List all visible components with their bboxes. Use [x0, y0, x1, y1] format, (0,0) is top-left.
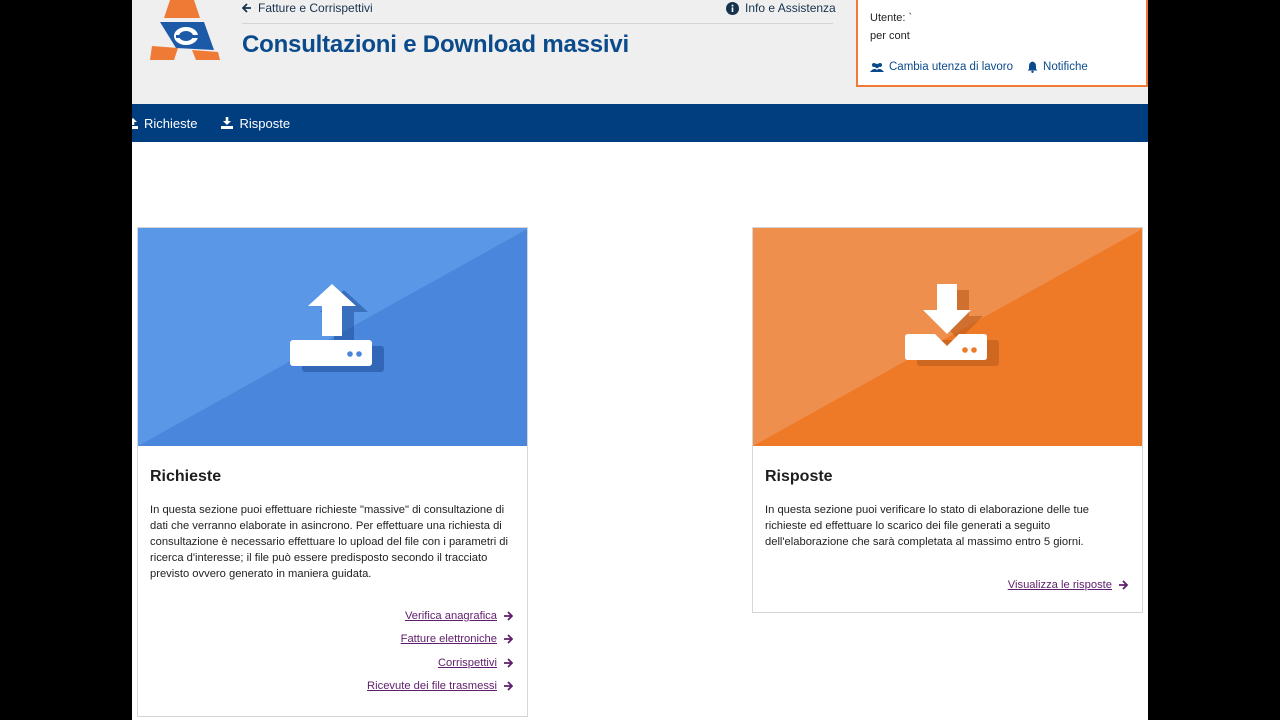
download-server-icon: [905, 284, 999, 366]
users-icon: [870, 62, 884, 72]
arrow-right-icon: [504, 611, 513, 621]
app-frame: Fatture e Corrispettivi Info e Assistenz…: [132, 0, 1148, 720]
card-links: Verifica anagrafica Fatture elettroniche…: [367, 608, 513, 694]
card-description: In questa sezione puoi verificare lo sta…: [765, 504, 1090, 548]
user-actions: Cambia utenza di lavoro Notifiche: [870, 61, 1088, 73]
main-nav: Richieste Risposte: [132, 104, 1148, 142]
page-title: Consultazioni e Download massivi: [242, 31, 629, 58]
card-risposte: Risposte In questa sezione puoi verifica…: [752, 227, 1143, 613]
nav-item-label: Risposte: [239, 115, 291, 131]
back-link-label: Fatture e Corrispettivi: [258, 1, 373, 15]
upload-server-icon: [290, 284, 384, 372]
card-links: Visualizza le risposte: [1008, 577, 1128, 593]
back-link[interactable]: Fatture e Corrispettivi: [242, 1, 373, 15]
upload-icon: [132, 117, 138, 129]
link-label: Fatture elettroniche: [400, 633, 497, 646]
user-org: per cont: [870, 30, 910, 42]
nav-item-risposte[interactable]: Risposte: [221, 116, 290, 131]
arrow-right-icon: [504, 658, 513, 668]
verifica-anagrafica-link[interactable]: Verifica anagrafica: [405, 608, 513, 624]
arrow-right-icon: [1119, 580, 1128, 590]
info-icon: [726, 1, 739, 15]
card-banner: [753, 228, 1142, 446]
link-label: Verifica anagrafica: [404, 609, 497, 622]
card-richieste: Richieste In questa sezione puoi effettu…: [137, 227, 528, 717]
card-title: Risposte: [765, 468, 833, 485]
nav-item-label: Richieste: [144, 115, 198, 131]
link-label: Visualizza le risposte: [1007, 578, 1112, 591]
bell-icon: [1027, 61, 1038, 73]
notifications-label: Notifiche: [1043, 61, 1088, 73]
arrow-right-icon: [504, 681, 513, 691]
agenzia-entrate-logo[interactable]: [148, 0, 222, 64]
fatture-elettroniche-link[interactable]: Fatture elettroniche: [401, 632, 513, 648]
download-icon: [221, 117, 234, 129]
visualizza-risposte-link[interactable]: Visualizza le risposte: [1008, 577, 1128, 593]
arrow-left-icon: [242, 3, 251, 13]
link-label: Corrispettivi: [437, 656, 497, 669]
header-divider: [242, 23, 833, 24]
link-label: Ricevute dei file trasmessi: [367, 680, 497, 693]
change-work-user-link[interactable]: Cambia utenza di lavoro: [870, 61, 1013, 73]
info-link[interactable]: Info e Assistenza: [726, 1, 836, 15]
card-banner: [138, 228, 527, 446]
user-label: Utente: `: [870, 12, 913, 24]
info-link-label: Info e Assistenza: [745, 1, 836, 15]
change-work-user-label: Cambia utenza di lavoro: [889, 61, 1014, 73]
user-panel: Utente: ` per cont Cambia utenza di lavo…: [856, 0, 1148, 87]
page-header: Fatture e Corrispettivi Info e Assistenz…: [132, 0, 1148, 104]
notifications-link[interactable]: Notifiche: [1027, 61, 1088, 73]
card-title: Richieste: [150, 468, 222, 485]
nav-item-richieste[interactable]: Richieste: [132, 116, 197, 131]
arrow-right-icon: [504, 634, 513, 644]
corrispettivi-link[interactable]: Corrispettivi: [438, 655, 513, 671]
ricevute-file-trasmessi-link[interactable]: Ricevute dei file trasmessi: [367, 679, 513, 695]
card-description: In questa sezione puoi effettuare richie…: [150, 504, 509, 580]
